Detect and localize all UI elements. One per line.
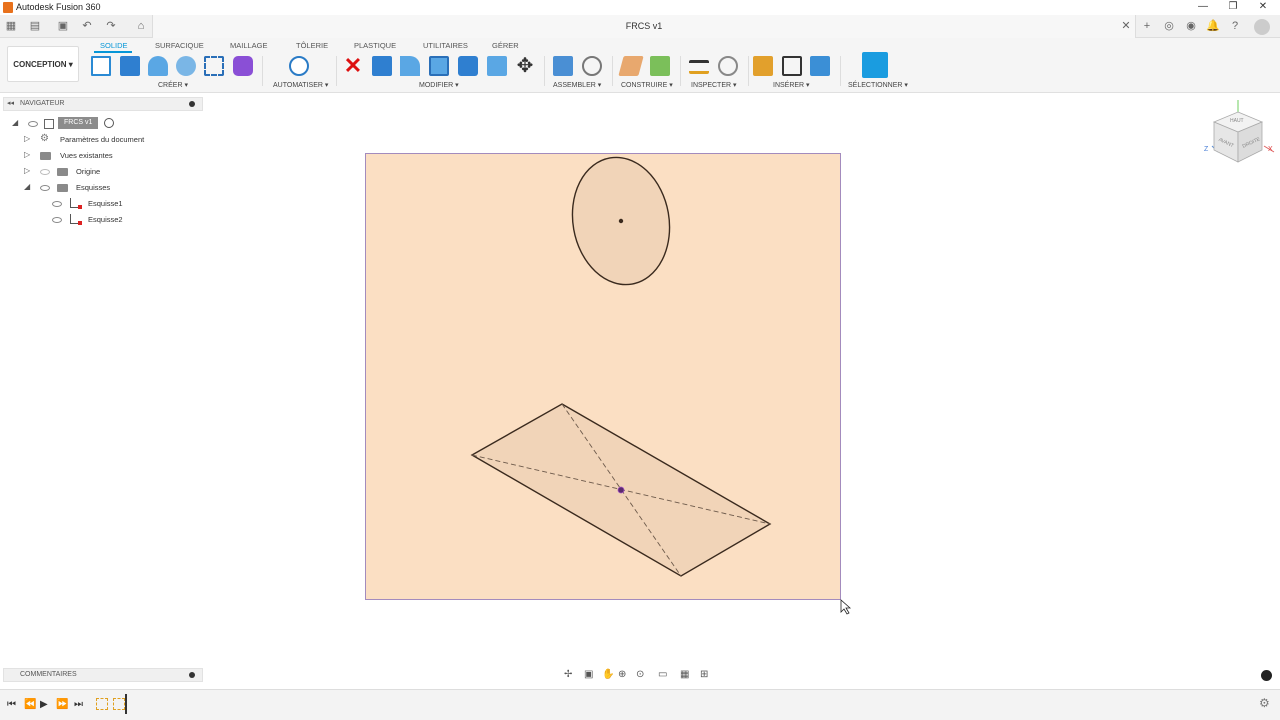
go-to-end-icon[interactable]: ⏭ (74, 699, 83, 710)
zoom-icon[interactable]: ⊕ (618, 669, 626, 680)
timeline-marker[interactable] (125, 694, 127, 714)
step-forward-icon[interactable]: ⏩ (56, 699, 68, 710)
ellipse-center-point[interactable] (618, 218, 624, 224)
step-back-icon[interactable]: ⏪ (24, 699, 36, 710)
look-at-icon[interactable]: ▣ (584, 669, 593, 680)
viewcube-graphic (1211, 100, 1275, 163)
comments-panel[interactable]: COMMENTAIRES (3, 668, 203, 682)
grid-settings-icon[interactable]: ▦ (680, 669, 689, 680)
timeline-sketch2-icon[interactable] (113, 698, 125, 710)
mouse-cursor-icon (840, 599, 852, 615)
timeline-sketch1-icon[interactable] (96, 698, 108, 710)
timeline-bar: ⏮ ⏪ ▶ ⏩ ⏭ ⚙ (0, 689, 1280, 720)
sketch-geometry (470, 156, 852, 615)
axis-x-label: X (1268, 146, 1273, 153)
pan-icon[interactable]: ✋ (602, 669, 614, 680)
rectangle-center-point[interactable] (617, 486, 625, 494)
viewcube-top-label[interactable]: HAUT (1230, 118, 1244, 124)
comments-title: COMMENTAIRES (20, 671, 77, 678)
axis-z-label: Z (1204, 146, 1209, 153)
go-to-start-icon[interactable]: ⏮ (7, 699, 16, 710)
timeline-settings-icon[interactable]: ⚙ (1259, 696, 1270, 710)
play-icon[interactable]: ▶ (40, 699, 48, 710)
viewcube[interactable]: HAUT AVANT DROITE X Z (1204, 100, 1276, 172)
display-settings-icon[interactable]: ▭ (658, 669, 667, 680)
viewports-icon[interactable]: ⊞ (700, 669, 708, 680)
fit-icon[interactable]: ⊙ (636, 669, 644, 680)
orbit-icon[interactable]: ✢ (564, 669, 572, 680)
add-comment-icon[interactable] (189, 672, 195, 678)
navigation-bar: ✢ ▣ ✋ ⊕ ⊙ ▭ ▦ ⊞ (560, 667, 720, 685)
status-icon[interactable] (1261, 670, 1272, 681)
